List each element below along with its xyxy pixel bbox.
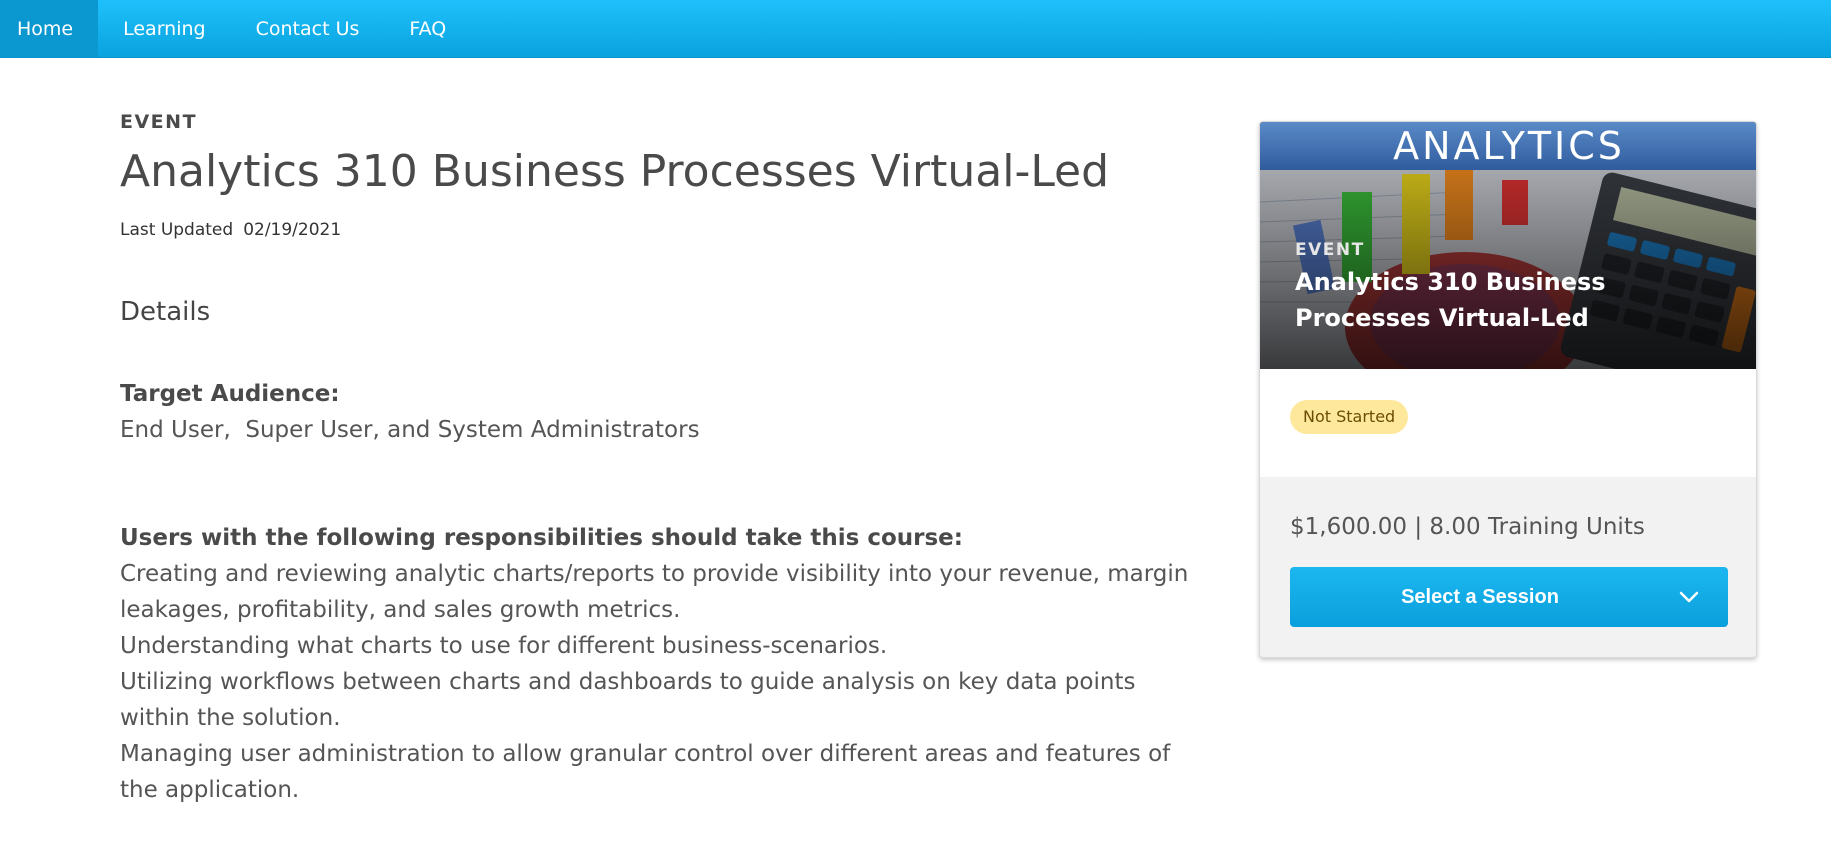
course-main: EVENT Analytics 310 Business Processes V… bbox=[120, 110, 1190, 803]
responsibilities-label: Users with the following responsibilitie… bbox=[120, 525, 963, 551]
card-title: Analytics 310 Business Processes Virtual… bbox=[1295, 268, 1606, 332]
banner-text: ANALYTICS bbox=[1393, 124, 1625, 168]
target-audience-value: End User, Super User, and System Adminis… bbox=[120, 417, 700, 443]
course-type-label: EVENT bbox=[120, 111, 198, 133]
price-label: $1,600.00 | 8.00 Training Units bbox=[1290, 514, 1645, 540]
course-image: ANALYTICS EVENT Analytics 310 Business P… bbox=[1260, 122, 1756, 369]
chevron-down-icon bbox=[1679, 591, 1699, 603]
responsibility-item: Understanding what charts to use for dif… bbox=[120, 633, 888, 659]
responsibility-item: Managing user administration to allow gr… bbox=[120, 741, 1171, 803]
page-title: Analytics 310 Business Processes Virtual… bbox=[120, 146, 1110, 197]
course-card: ANALYTICS EVENT Analytics 310 Business P… bbox=[1259, 121, 1757, 658]
last-updated-label: Last Updated bbox=[120, 220, 234, 240]
last-updated-value: 02/19/2021 bbox=[243, 220, 342, 240]
nav-item-faq[interactable]: FAQ bbox=[384, 0, 471, 57]
nav-item-contact-us[interactable]: Contact Us bbox=[231, 0, 385, 57]
select-session-button[interactable]: Select a Session bbox=[1290, 567, 1728, 627]
last-updated: Last Updated 02/19/2021 bbox=[120, 219, 1190, 241]
details-heading: Details bbox=[120, 297, 211, 327]
top-navbar: Home Learning Contact Us FAQ bbox=[0, 0, 1831, 58]
responsibilities-section: Users with the following responsibilitie… bbox=[120, 520, 1190, 808]
target-audience-section: Target Audience: End User, Super User, a… bbox=[120, 376, 1190, 448]
status-badge: Not Started bbox=[1290, 400, 1409, 434]
target-audience-label: Target Audience: bbox=[120, 381, 340, 407]
card-type-label: EVENT bbox=[1295, 240, 1365, 260]
responsibility-item: Utilizing workflows between charts and d… bbox=[120, 669, 1136, 731]
select-session-label: Select a Session bbox=[1401, 585, 1559, 608]
nav-item-home[interactable]: Home bbox=[0, 0, 99, 57]
nav-item-learning[interactable]: Learning bbox=[98, 0, 231, 57]
responsibility-item: Creating and reviewing analytic charts/r… bbox=[120, 561, 1189, 623]
